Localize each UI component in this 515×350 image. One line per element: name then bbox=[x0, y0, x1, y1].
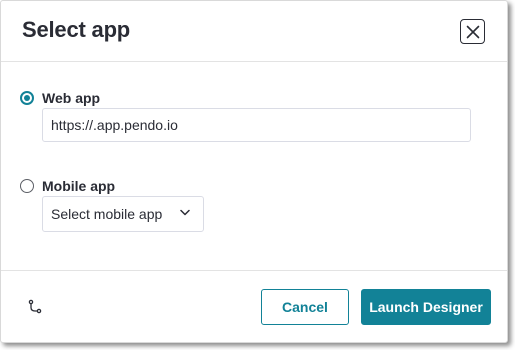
web-app-label: Web app bbox=[42, 90, 101, 106]
branch-icon[interactable] bbox=[28, 299, 42, 314]
dialog-body: Web app Mobile app Select mobile app bbox=[1, 63, 507, 270]
mobile-app-select[interactable]: Select mobile app bbox=[42, 196, 204, 232]
web-app-option[interactable]: Web app bbox=[20, 90, 100, 106]
mobile-app-radio[interactable] bbox=[20, 179, 34, 193]
dialog-header: Select app bbox=[1, 1, 507, 62]
mobile-app-label: Mobile app bbox=[42, 178, 116, 194]
close-icon bbox=[466, 25, 479, 38]
close-button[interactable] bbox=[460, 19, 485, 44]
mobile-app-option[interactable]: Mobile app bbox=[20, 178, 115, 194]
chevron-down-icon bbox=[180, 209, 190, 216]
web-app-url-input[interactable] bbox=[42, 108, 471, 142]
mobile-app-select-value: Select mobile app bbox=[51, 206, 163, 222]
select-app-dialog: Select app Web app Mobile app Select mob… bbox=[0, 0, 508, 343]
web-app-radio[interactable] bbox=[20, 91, 34, 105]
cancel-button[interactable]: Cancel bbox=[261, 289, 349, 325]
dialog-title: Select app bbox=[22, 17, 131, 42]
dialog-footer: Cancel Launch Designer bbox=[1, 270, 507, 344]
launch-designer-button[interactable]: Launch Designer bbox=[361, 289, 491, 325]
